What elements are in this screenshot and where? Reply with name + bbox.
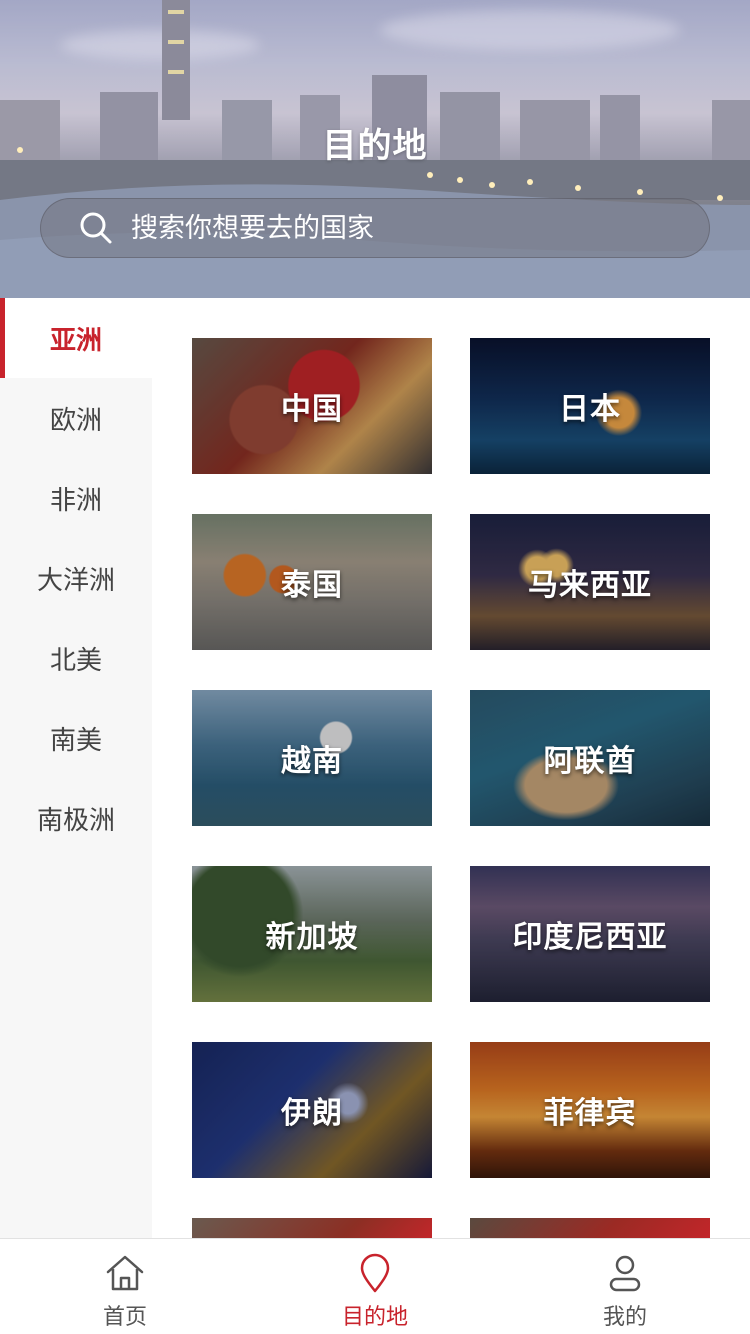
sidebar-item-asia[interactable]: 亚洲 xyxy=(0,298,152,378)
country-card-indonesia[interactable]: 印度尼西亚 xyxy=(470,866,710,1002)
country-card-label: 中国 xyxy=(281,392,343,427)
country-card-uae[interactable]: 阿联酋 xyxy=(470,690,710,826)
country-card-singapore[interactable]: 新加坡 xyxy=(192,866,432,1002)
tab-profile[interactable]: 我的 xyxy=(500,1239,750,1334)
tab-label: 我的 xyxy=(602,1305,647,1330)
home-icon xyxy=(106,1255,144,1291)
sidebar-item-label: 欧洲 xyxy=(49,405,102,436)
tab-label: 首页 xyxy=(102,1305,147,1330)
country-grid: 中国 日本 泰国 马来西亚 越南 阿联酋 新加坡 印度尼西亚 伊朗 菲律宾 xyxy=(152,298,750,1238)
country-card-label: 伊朗 xyxy=(281,1096,343,1131)
country-card-label: 印度尼西亚 xyxy=(512,920,668,955)
sidebar-item-antarctica[interactable]: 南极洲 xyxy=(0,778,152,858)
page-title: 目的地 xyxy=(322,126,428,166)
search-bar[interactable] xyxy=(40,198,710,258)
sidebar-item-south-america[interactable]: 南美 xyxy=(0,698,152,778)
sidebar-item-oceania[interactable]: 大洋洲 xyxy=(0,538,152,618)
search-icon xyxy=(80,212,112,244)
location-pin-icon xyxy=(360,1253,390,1293)
tab-home[interactable]: 首页 xyxy=(0,1239,250,1334)
tab-destination[interactable]: 目的地 xyxy=(250,1239,500,1334)
country-card-thailand[interactable]: 泰国 xyxy=(192,514,432,650)
country-card-partial[interactable] xyxy=(470,1218,710,1238)
sidebar-item-label: 南美 xyxy=(49,725,102,756)
country-card-label: 泰国 xyxy=(281,568,343,603)
country-card-label: 阿联酋 xyxy=(543,744,637,779)
continent-sidebar: 亚洲 欧洲 非洲 大洋洲 北美 南美 南极洲 xyxy=(0,298,152,1238)
sidebar-item-africa[interactable]: 非洲 xyxy=(0,458,152,538)
country-card-label: 菲律宾 xyxy=(543,1096,637,1131)
country-card-label: 日本 xyxy=(559,392,621,427)
country-card-label: 越南 xyxy=(281,744,343,779)
sidebar-item-label: 南极洲 xyxy=(36,805,115,836)
country-card-philippines[interactable]: 菲律宾 xyxy=(470,1042,710,1178)
country-card-label: 马来西亚 xyxy=(528,568,652,603)
sidebar-item-label: 大洋洲 xyxy=(36,565,115,596)
user-icon xyxy=(609,1255,641,1292)
sidebar-item-label: 非洲 xyxy=(49,485,102,516)
search-input[interactable] xyxy=(131,212,709,244)
country-card-iran[interactable]: 伊朗 xyxy=(192,1042,432,1178)
country-card-malaysia[interactable]: 马来西亚 xyxy=(470,514,710,650)
sidebar-item-label: 北美 xyxy=(49,645,102,676)
country-card-vietnam[interactable]: 越南 xyxy=(192,690,432,826)
bottom-tab-bar: 首页 目的地 我的 xyxy=(0,1238,750,1334)
sidebar-item-label: 亚洲 xyxy=(49,325,102,356)
country-card-japan[interactable]: 日本 xyxy=(470,338,710,474)
sidebar-item-north-america[interactable]: 北美 xyxy=(0,618,152,698)
sidebar-item-europe[interactable]: 欧洲 xyxy=(0,378,152,458)
header-banner: 目的地 xyxy=(0,0,750,298)
country-card-china[interactable]: 中国 xyxy=(192,338,432,474)
country-card-partial[interactable] xyxy=(192,1218,432,1238)
tab-label: 目的地 xyxy=(341,1305,408,1330)
country-card-label: 新加坡 xyxy=(265,920,359,955)
